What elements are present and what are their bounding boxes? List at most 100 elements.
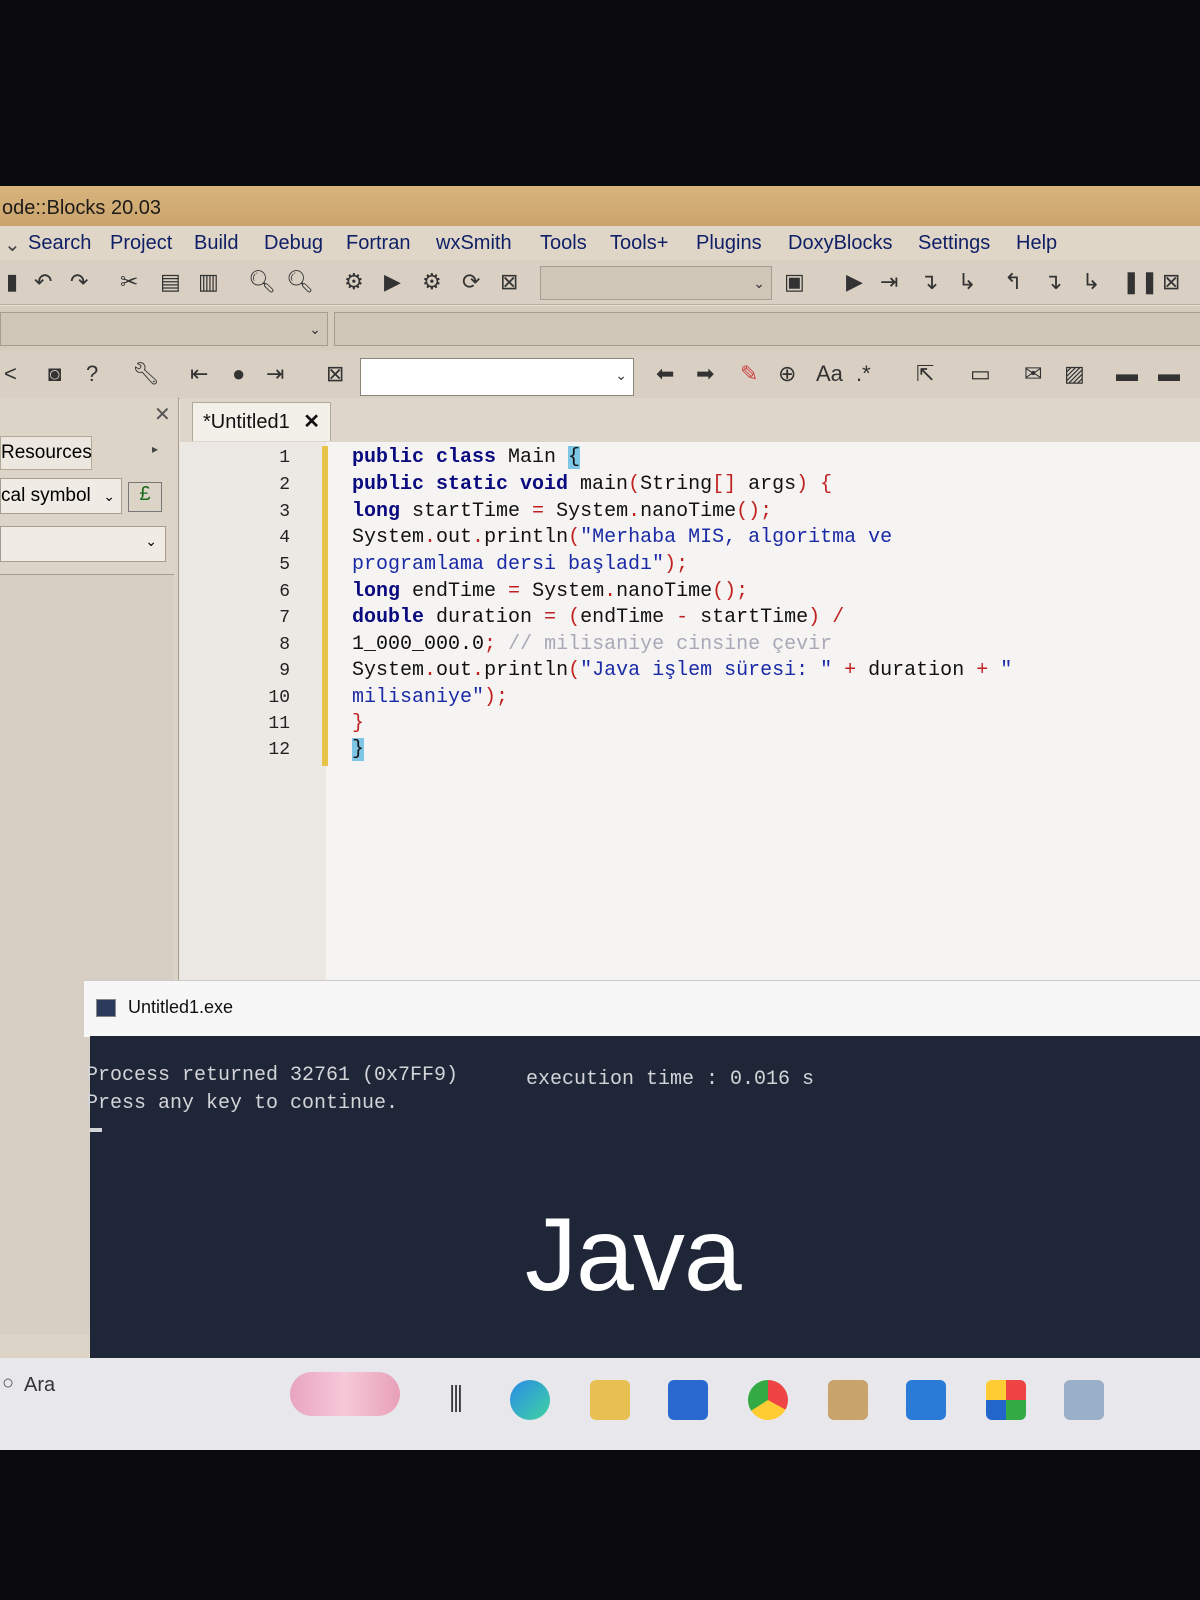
search-combo[interactable]: ⌄ — [360, 358, 634, 396]
run-icon[interactable]: ▶ — [384, 270, 401, 294]
window-title: ode::Blocks 20.03 — [0, 186, 1200, 228]
pointer-icon[interactable]: ⇱ — [916, 362, 934, 386]
wrench-icon[interactable]: 🔧︎ — [132, 362, 160, 386]
search-icon[interactable]: ○ — [2, 1372, 14, 1395]
redo-icon[interactable]: ↷ — [70, 270, 88, 294]
selected-text-icon[interactable]: ⊕ — [778, 362, 796, 386]
tab-untitled1[interactable]: *Untitled1 ✕ — [192, 402, 332, 441]
tab-resources[interactable]: Resources — [0, 436, 92, 470]
mail-icon[interactable]: ✉ — [1024, 362, 1042, 386]
panel-icon[interactable]: ▬ — [1116, 362, 1138, 386]
help-icon[interactable]: ? — [86, 362, 98, 386]
cut-icon[interactable]: ✂ — [120, 270, 138, 294]
tab-scroll-right-icon[interactable]: ▸ — [152, 442, 158, 456]
code-line: System.out.println("Merhaba MIS, algorit… — [352, 526, 893, 549]
menu-plugins[interactable]: Plugins — [696, 232, 762, 255]
debug-window-icon[interactable]: ▣ — [784, 270, 805, 294]
next-bookmark-icon[interactable]: ⇥ — [266, 362, 284, 386]
tab-untitled1-label: *Untitled1 — [203, 411, 290, 433]
debug-run-icon[interactable]: ▶ — [846, 270, 863, 294]
app-icon[interactable] — [1064, 1380, 1104, 1420]
frame-icon[interactable]: ▭ — [970, 362, 991, 386]
symbol-icon[interactable]: £ — [128, 482, 162, 512]
menu-fortran[interactable]: Fortran — [346, 232, 410, 255]
step-into-icon[interactable]: ↳ — [958, 270, 976, 294]
code-editor[interactable]: 1 2 3 4 5 6 7 8 9 10 11 12 public class … — [180, 442, 1200, 1204]
console-title: Untitled1.exe — [128, 997, 234, 1017]
line-number: 3 — [279, 502, 290, 522]
chevron-down-icon: ⌄ — [615, 367, 627, 383]
taskbar-search-label[interactable]: Ara — [24, 1374, 55, 1397]
menu-build[interactable]: Build — [194, 232, 238, 255]
step-instruction-icon[interactable]: ↳ — [1082, 270, 1100, 294]
code-line: } — [352, 738, 365, 761]
scope-select[interactable]: ⌄ — [0, 312, 328, 346]
menu-arrow-icon: ⌄ — [4, 234, 21, 256]
paste-icon[interactable]: ▥ — [198, 270, 219, 294]
match-case-icon[interactable]: Aa — [816, 362, 843, 386]
vscode-icon[interactable] — [906, 1380, 946, 1420]
clear-icon[interactable]: ⊠ — [326, 362, 344, 386]
mail-app-icon[interactable] — [668, 1380, 708, 1420]
console-cursor — [90, 1128, 102, 1132]
menu-help[interactable]: Help — [1016, 232, 1057, 255]
chrome-icon[interactable] — [748, 1380, 788, 1420]
run-to-cursor-icon[interactable]: ⇥ — [880, 270, 898, 294]
pause-icon[interactable]: ❚❚ — [1122, 270, 1159, 294]
menu-settings[interactable]: Settings — [918, 232, 990, 255]
next-instruction-icon[interactable]: ↴ — [1044, 270, 1062, 294]
line-number: 12 — [268, 740, 290, 760]
store-icon[interactable] — [986, 1380, 1026, 1420]
build-target-select[interactable]: ⌄ — [540, 266, 772, 300]
step-out-icon[interactable]: ↰ — [1004, 270, 1022, 294]
symbol-combo[interactable]: cal symbol ⌄ — [0, 478, 122, 514]
workspace-combo[interactable]: ⌄ — [0, 526, 166, 562]
console-output[interactable]: Process returned 32761 (0x7FF9) executio… — [86, 1036, 1200, 1358]
change-bar — [322, 446, 328, 766]
arrow-left-icon[interactable]: ⬅ — [656, 362, 674, 386]
menu-wxsmith[interactable]: wxSmith — [436, 232, 512, 255]
find-icon[interactable]: 🔍︎ — [248, 270, 276, 294]
build-run-icon[interactable]: ⚙ — [422, 270, 442, 294]
menu-doxyblocks[interactable]: DoxyBlocks — [788, 232, 892, 255]
arrow-right-icon[interactable]: ➡ — [696, 362, 714, 386]
widget-icon[interactable] — [290, 1372, 400, 1416]
build-gear-icon[interactable]: ⚙ — [344, 270, 364, 294]
regex-icon[interactable]: .* — [856, 362, 871, 386]
task-view-icon[interactable]: ⫼ — [436, 1380, 476, 1420]
copy-icon[interactable]: ▤ — [160, 270, 181, 294]
menu-project[interactable]: Project — [110, 232, 172, 255]
bookmark-dot-icon[interactable]: ● — [232, 362, 245, 386]
close-tab-icon[interactable]: ✕ — [303, 411, 320, 433]
ide-screen: ode::Blocks 20.03 ⌄ Search Project Build… — [0, 186, 1200, 1450]
prev-bookmark-icon[interactable]: ⇤ — [190, 362, 208, 386]
menu-search[interactable]: Search — [28, 232, 91, 255]
code-line: } — [352, 712, 365, 735]
rebuild-icon[interactable]: ⟳ — [462, 270, 480, 294]
edge-icon[interactable] — [510, 1380, 550, 1420]
jump-back-icon[interactable]: < — [4, 362, 17, 386]
function-select[interactable] — [334, 312, 1200, 346]
menu-tools-plus[interactable]: Tools+ — [610, 232, 668, 255]
replace-icon[interactable]: 🔍︎ — [286, 270, 314, 294]
line-number: 2 — [279, 475, 290, 495]
edit-box-icon[interactable]: ▨ — [1064, 362, 1085, 386]
highlight-icon[interactable]: ✎ — [740, 362, 758, 386]
file-explorer-icon[interactable] — [590, 1380, 630, 1420]
menu-debug[interactable]: Debug — [264, 232, 323, 255]
menu-tools[interactable]: Tools — [540, 232, 587, 255]
java-overlay-text: Java — [525, 1197, 742, 1313]
panel-wide-icon[interactable]: ▬ — [1158, 362, 1180, 386]
code-completion-toolbar: ⌄ — [0, 306, 1200, 351]
new-file-icon[interactable]: ▮ — [6, 270, 18, 294]
undo-icon[interactable]: ↶ — [34, 270, 52, 294]
code-line: milisaniye"); — [352, 686, 509, 709]
codeblocks-icon[interactable] — [828, 1380, 868, 1420]
toggle-icon[interactable]: ◙ — [48, 362, 61, 386]
abort-icon[interactable]: ⊠ — [500, 270, 518, 294]
stop-debug-icon[interactable]: ⊠ — [1162, 270, 1180, 294]
chevron-down-icon: ⌄ — [753, 275, 765, 291]
next-line-icon[interactable]: ↴ — [920, 270, 938, 294]
close-panel-icon[interactable]: ✕ — [154, 402, 171, 427]
code-line: long startTime = System.nanoTime(); — [352, 500, 773, 523]
